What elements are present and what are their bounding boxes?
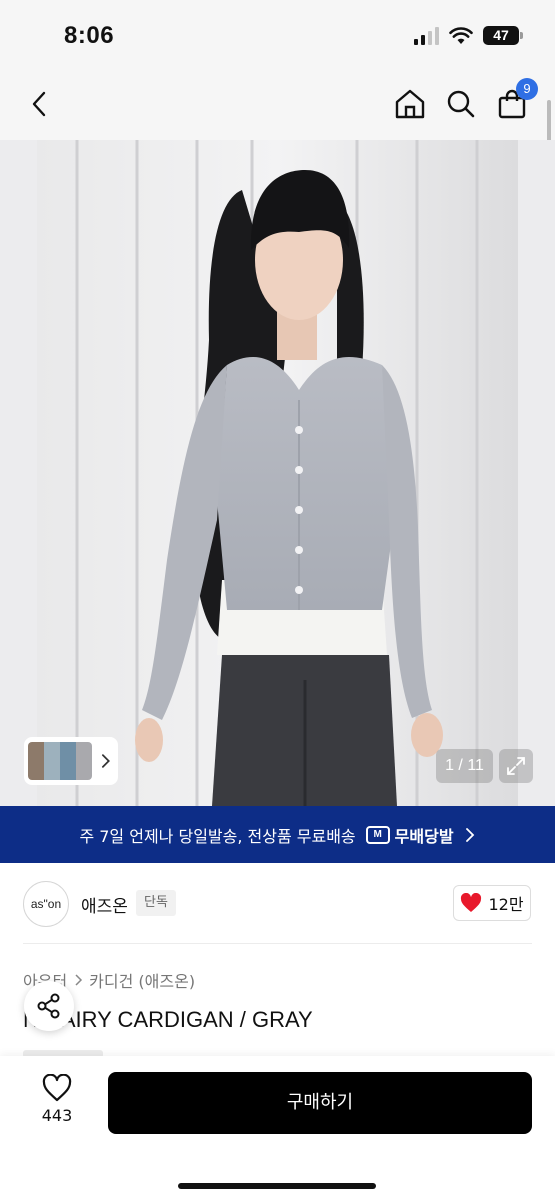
image-counter: 1 / 11	[436, 749, 493, 783]
thumbnail-strip[interactable]	[24, 737, 118, 785]
buy-button[interactable]: 구매하기	[108, 1072, 532, 1134]
battery-icon: 47	[483, 26, 523, 45]
store-row: as"on 애즈온 단독 12만	[0, 863, 555, 943]
home-button[interactable]	[392, 86, 428, 122]
cart-count-badge: 9	[516, 78, 538, 100]
home-icon	[395, 89, 425, 119]
banner-text: 주 7일 언제나 당일발송, 전상품 무료배송	[79, 826, 356, 846]
back-button[interactable]	[22, 86, 58, 122]
app-screen: 8:06 47 9 1 / 11 주 7일 언제나 당일발송, 전상품 무료배송…	[0, 0, 555, 1200]
chevron-right-icon	[102, 754, 111, 768]
signal-icon	[414, 26, 439, 45]
share-button[interactable]	[24, 981, 74, 1031]
home-indicator[interactable]	[178, 1183, 376, 1189]
nav-bar: 9	[0, 72, 555, 140]
breadcrumb-item[interactable]: 카디건 (애즈온)	[89, 968, 195, 992]
heart-icon	[461, 893, 482, 912]
status-time: 8:06	[64, 22, 115, 49]
chevron-right-icon	[465, 827, 474, 842]
search-button[interactable]	[443, 86, 479, 122]
divider	[23, 943, 532, 944]
store-logo[interactable]: as"on	[23, 881, 69, 927]
cart-button[interactable]: 9	[494, 78, 538, 122]
bottom-action-bar: 443 구매하기	[0, 1056, 555, 1200]
status-bar: 8:06 47	[0, 0, 555, 72]
exclusive-tag: 단독	[136, 890, 176, 916]
wifi-icon	[449, 26, 473, 44]
banner-brand: M 무배당발	[365, 823, 454, 847]
banner-brand-label: 무배당발	[394, 826, 454, 846]
product-image-gallery[interactable]: 1 / 11	[0, 140, 555, 806]
back-icon	[32, 91, 46, 117]
status-icons: 47	[414, 26, 523, 45]
wishlist-button[interactable]: 443	[28, 1074, 86, 1134]
expand-icon	[507, 757, 525, 775]
like-button[interactable]: 12만	[453, 885, 531, 921]
search-icon	[447, 90, 475, 118]
heart-outline-icon	[42, 1074, 72, 1102]
expand-button[interactable]	[499, 749, 533, 783]
thumbnail-images	[28, 742, 93, 780]
like-count: 12만	[488, 895, 524, 914]
store-name[interactable]: 애즈온	[81, 892, 128, 917]
chevron-right-icon	[75, 974, 83, 986]
wishlist-count: 443	[41, 1106, 73, 1125]
m-logo-icon: M	[365, 825, 390, 844]
product-photo	[37, 140, 518, 806]
shipping-banner[interactable]: 주 7일 언제나 당일발송, 전상품 무료배송 M 무배당발	[0, 806, 555, 863]
share-icon	[37, 993, 60, 1019]
